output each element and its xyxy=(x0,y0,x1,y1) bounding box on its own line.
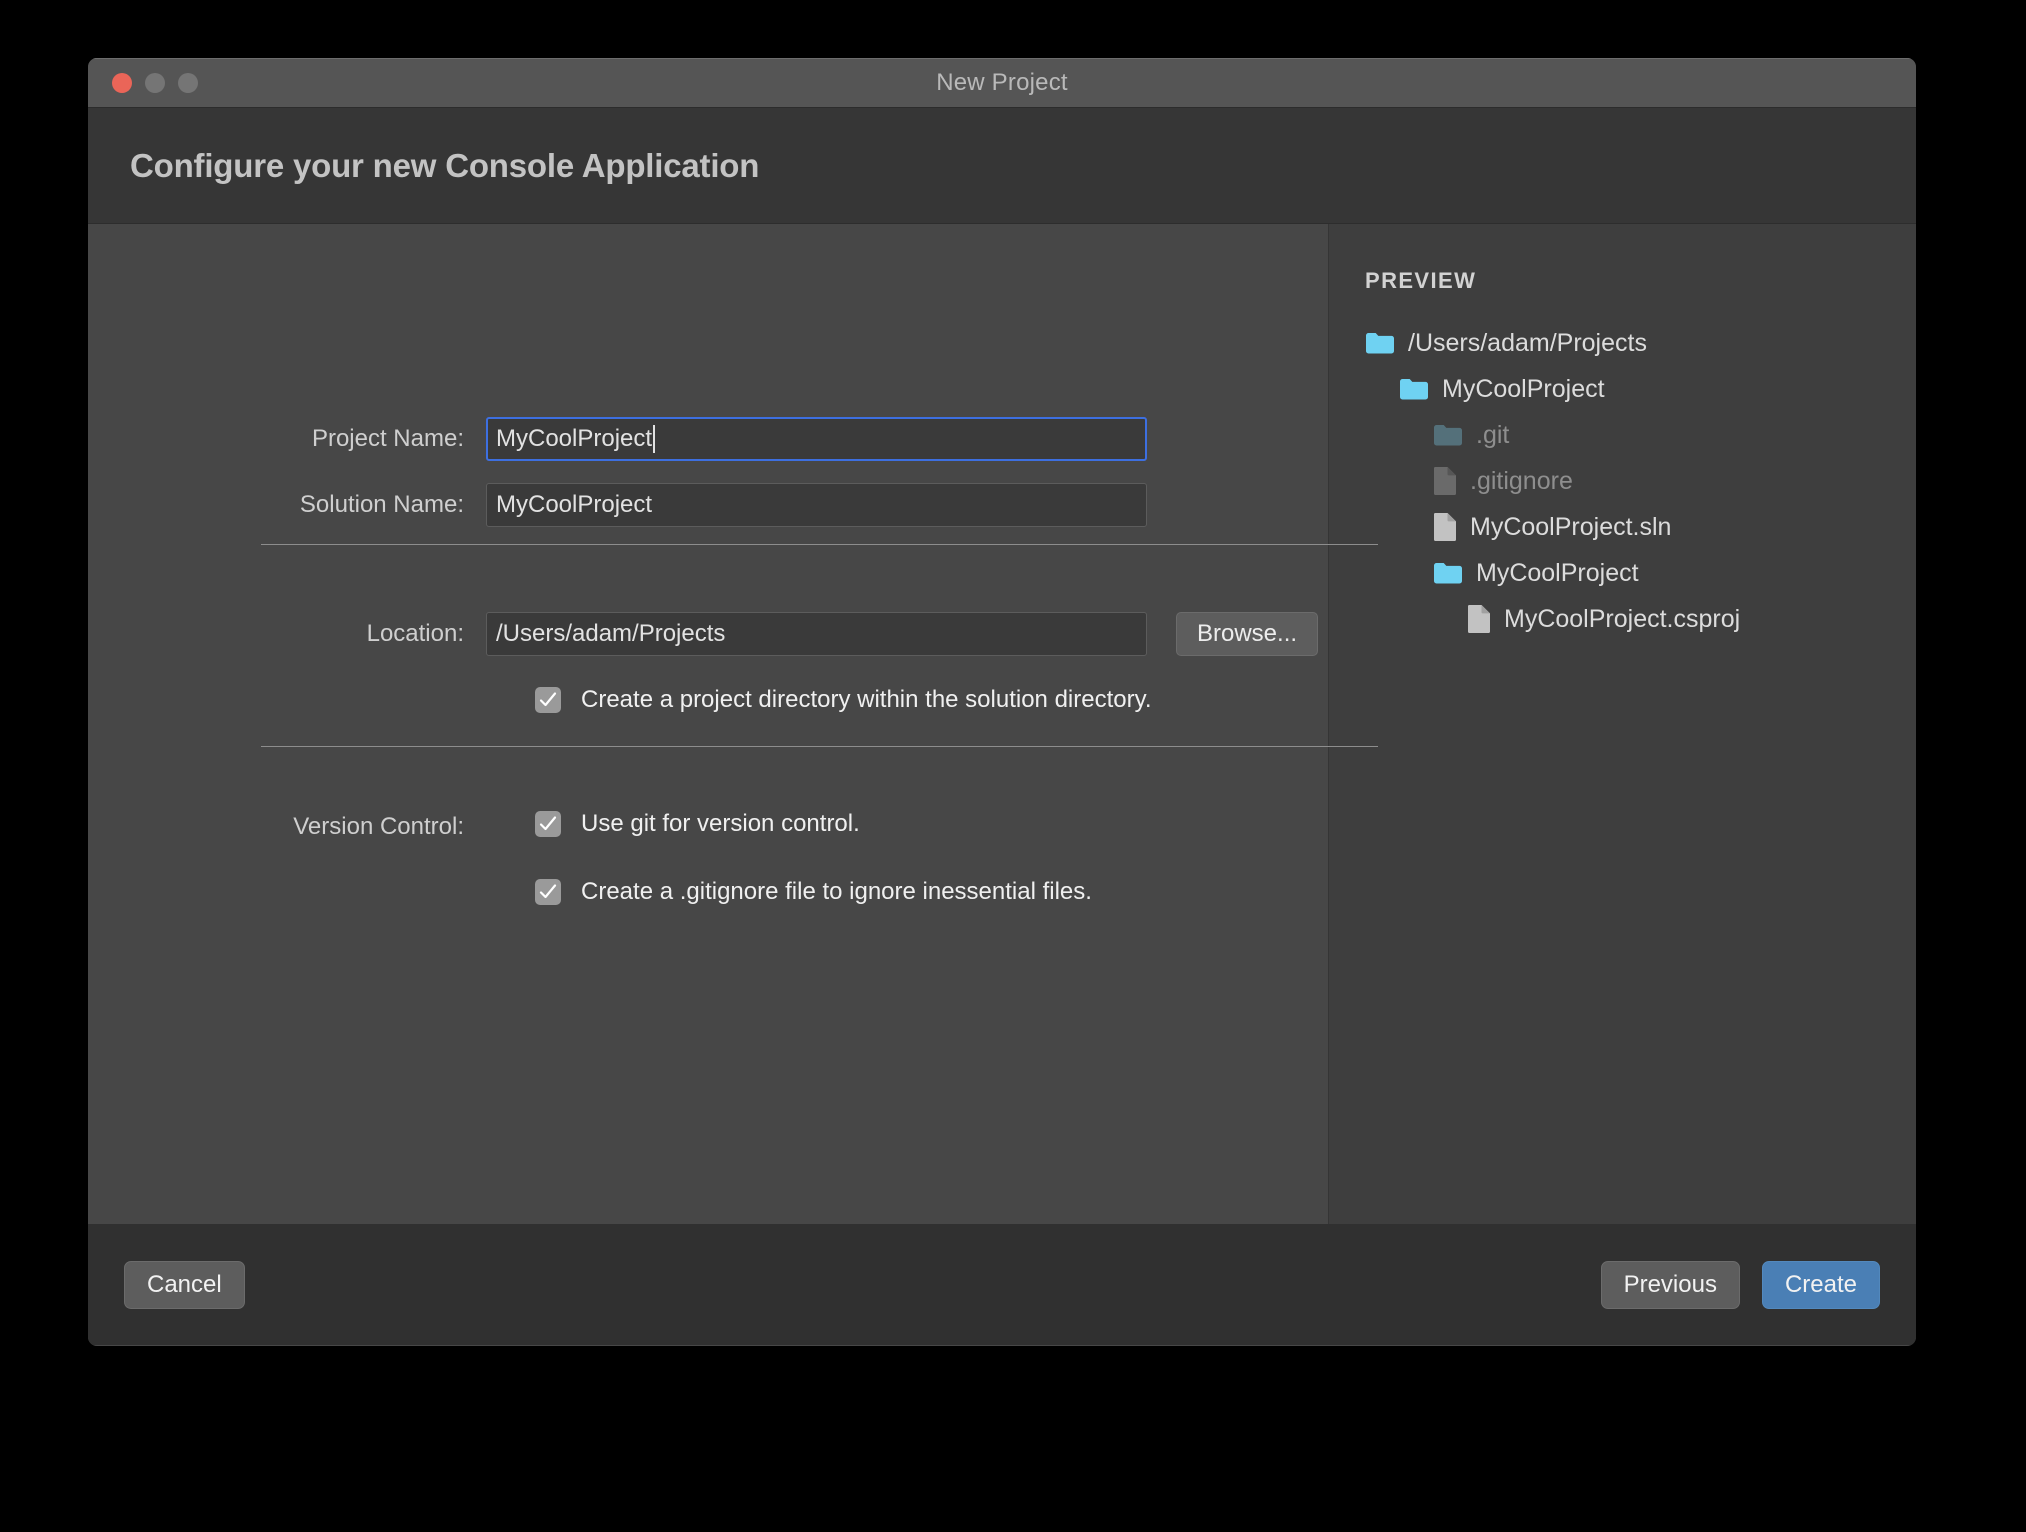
text-caret xyxy=(653,425,655,453)
minimize-window-icon[interactable] xyxy=(145,73,165,93)
preview-tree-item: MyCoolProject.sln xyxy=(1365,504,1916,550)
preview-tree-item: MyCoolProject xyxy=(1365,366,1916,412)
preview-tree-item-label: .git xyxy=(1476,421,1509,450)
preview-tree-item: .gitignore xyxy=(1365,458,1916,504)
separator-top xyxy=(261,544,1378,545)
preview-tree-item-label: MyCoolProject.csproj xyxy=(1504,605,1740,634)
solution-name-row: Solution Name: MyCoolProject xyxy=(88,483,1147,527)
location-input[interactable]: /Users/adam/Projects xyxy=(486,612,1147,656)
create-button[interactable]: Create xyxy=(1762,1261,1880,1309)
create-gitignore-checkbox[interactable] xyxy=(535,879,561,905)
new-project-dialog: New Project Configure your new Console A… xyxy=(88,58,1916,1346)
file-icon xyxy=(1433,512,1457,542)
maximize-window-icon[interactable] xyxy=(178,73,198,93)
preview-tree-item-label: /Users/adam/Projects xyxy=(1408,329,1647,358)
preview-tree-item: MyCoolProject.csproj xyxy=(1365,596,1916,642)
page-title: Configure your new Console Application xyxy=(130,147,759,185)
use-git-label: Use git for version control. xyxy=(581,810,860,838)
solution-name-input[interactable]: MyCoolProject xyxy=(486,483,1147,527)
preview-heading: PREVIEW xyxy=(1365,268,1916,294)
create-project-directory-label: Create a project directory within the so… xyxy=(581,686,1151,714)
file-icon xyxy=(1467,604,1491,634)
preview-tree-item-label: .gitignore xyxy=(1470,467,1573,496)
folder-icon xyxy=(1399,377,1429,401)
checkmark-icon xyxy=(538,814,558,834)
previous-button[interactable]: Previous xyxy=(1601,1261,1740,1309)
checkmark-icon xyxy=(538,690,558,710)
use-git-checkbox[interactable] xyxy=(535,811,561,837)
dialog-footer: Cancel Previous Create xyxy=(88,1224,1916,1345)
folder-icon xyxy=(1365,331,1395,355)
create-gitignore-row: Create a .gitignore file to ignore iness… xyxy=(535,878,1092,906)
preview-tree: /Users/adam/Projects MyCoolProject .git .gi… xyxy=(1365,320,1916,642)
create-project-directory-row: Create a project directory within the so… xyxy=(535,686,1151,714)
project-name-label: Project Name: xyxy=(88,425,486,453)
version-control-label: Version Control: xyxy=(88,813,486,841)
create-gitignore-label: Create a .gitignore file to ignore iness… xyxy=(581,878,1092,906)
window-title: New Project xyxy=(88,69,1916,97)
cancel-button[interactable]: Cancel xyxy=(124,1261,245,1309)
solution-name-label: Solution Name: xyxy=(88,491,486,519)
preview-tree-item: /Users/adam/Projects xyxy=(1365,320,1916,366)
solution-name-value: MyCoolProject xyxy=(496,491,652,519)
use-git-row: Use git for version control. xyxy=(535,810,860,838)
form-panel: Project Name: MyCoolProject Solution Nam… xyxy=(88,224,1328,1224)
preview-tree-item-label: MyCoolProject xyxy=(1476,559,1639,588)
preview-tree-item: MyCoolProject xyxy=(1365,550,1916,596)
preview-panel: PREVIEW /Users/adam/Projects MyCoolProjec… xyxy=(1328,224,1916,1224)
preview-tree-item: .git xyxy=(1365,412,1916,458)
folder-muted-icon xyxy=(1433,423,1463,447)
project-name-row: Project Name: MyCoolProject xyxy=(88,417,1147,461)
footer-actions: Previous Create xyxy=(1601,1261,1880,1309)
create-project-directory-checkbox[interactable] xyxy=(535,687,561,713)
traffic-lights xyxy=(112,73,198,93)
close-window-icon[interactable] xyxy=(112,73,132,93)
file-icon xyxy=(1433,466,1457,496)
location-value: /Users/adam/Projects xyxy=(496,620,725,648)
project-name-input[interactable]: MyCoolProject xyxy=(486,417,1147,461)
folder-icon xyxy=(1433,561,1463,585)
project-name-value: MyCoolProject xyxy=(496,425,652,453)
dialog-header: Configure your new Console Application xyxy=(88,108,1916,224)
window-titlebar: New Project xyxy=(88,58,1916,108)
preview-tree-item-label: MyCoolProject.sln xyxy=(1470,513,1671,542)
browse-button[interactable]: Browse... xyxy=(1176,612,1318,656)
dialog-body: Project Name: MyCoolProject Solution Nam… xyxy=(88,224,1916,1224)
preview-tree-item-label: MyCoolProject xyxy=(1442,375,1605,404)
separator-bottom xyxy=(261,746,1378,747)
checkmark-icon xyxy=(538,882,558,902)
location-label: Location: xyxy=(88,620,486,648)
location-row: Location: /Users/adam/Projects Browse... xyxy=(88,612,1318,656)
